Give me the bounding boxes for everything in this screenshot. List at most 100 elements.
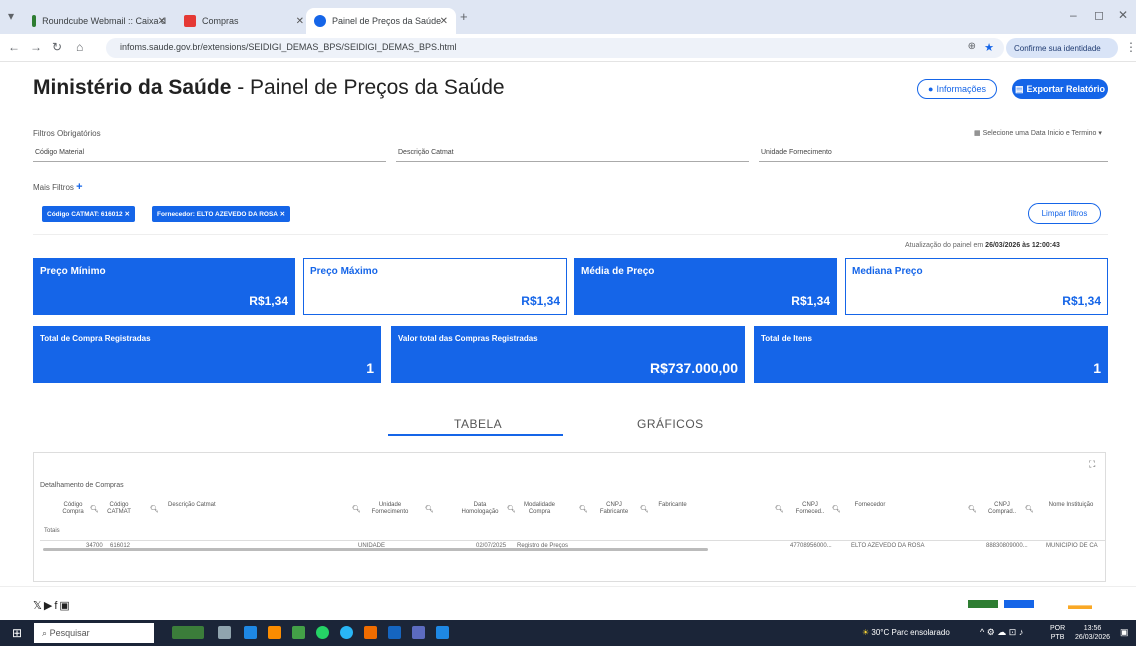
identity-label: Confirme sua identidade bbox=[1014, 43, 1101, 53]
widget-icon[interactable] bbox=[172, 626, 204, 639]
table-container bbox=[33, 452, 1106, 582]
windows-start-icon[interactable]: ⊞ bbox=[12, 626, 22, 640]
whatsapp-icon[interactable] bbox=[316, 626, 329, 639]
app-icon[interactable] bbox=[340, 626, 353, 639]
fullscreen-icon[interactable]: ⛶ bbox=[1089, 459, 1095, 470]
notifications-icon[interactable]: ▣ bbox=[1120, 627, 1129, 638]
filter-chip-fornecedor[interactable]: Fornecedor: ELTO AZEVEDO DA ROSA ✕ bbox=[152, 206, 291, 222]
search-icon[interactable]: 🔍︎ bbox=[832, 505, 841, 513]
bookmark-star-icon[interactable]: ★ bbox=[984, 41, 994, 54]
filters-label: Filtros Obrigatórios bbox=[33, 129, 101, 138]
search-icon[interactable]: 🔍︎ bbox=[579, 505, 588, 513]
close-icon[interactable]: ✕ bbox=[440, 16, 448, 27]
kpi-card-mediana-preco: Mediana Preço R$1,34 bbox=[845, 258, 1108, 315]
tab-roundcube[interactable]: Roundcube Webmail :: Caixa d ✕ bbox=[24, 8, 174, 34]
col-header[interactable]: Código Compra bbox=[58, 502, 88, 516]
col-header[interactable]: Descrição Catmat bbox=[168, 502, 228, 509]
search-icon[interactable]: 🔍︎ bbox=[425, 505, 434, 513]
calendar-app-icon[interactable] bbox=[388, 626, 401, 639]
search-icon: ⌕ bbox=[42, 628, 48, 638]
taskbar-search[interactable]: ⌕ Pesquisar bbox=[34, 623, 154, 643]
kpi-title: Preço Máximo bbox=[310, 266, 378, 277]
codigo-material-field[interactable]: Código Material bbox=[33, 146, 386, 162]
minimize-icon[interactable]: – bbox=[1070, 8, 1077, 22]
tab-label: Painel de Preços da Saúde bbox=[332, 16, 442, 26]
info-button[interactable]: ● Informações bbox=[917, 79, 997, 99]
col-header[interactable]: Unidade Fornecimento bbox=[360, 502, 420, 516]
new-tab-icon[interactable]: + bbox=[460, 9, 468, 24]
filter-chip-catmat[interactable]: Código CATMAT: 616012 ✕ bbox=[42, 206, 135, 222]
tab-list-icon[interactable]: ▾ bbox=[8, 9, 14, 23]
input-language[interactable]: POR PTB bbox=[1050, 624, 1065, 642]
url-input[interactable]: infoms.saude.gov.br/extensions/SEIDIGI_D… bbox=[106, 38, 1004, 58]
weather-info[interactable]: ☀ 30°C Parc ensolarado bbox=[862, 628, 950, 637]
close-window-icon[interactable]: ✕ bbox=[1118, 8, 1128, 22]
search-icon[interactable]: 🔍︎ bbox=[1025, 505, 1034, 513]
col-header[interactable]: Modalidade Compra bbox=[517, 502, 562, 516]
info-icon: ● bbox=[928, 84, 934, 94]
clear-filters-button[interactable]: Limpar filtros bbox=[1028, 203, 1101, 224]
kpi-title: Mediana Preço bbox=[852, 266, 923, 277]
tab-painel[interactable]: Painel de Preços da Saúde ✕ bbox=[306, 8, 456, 34]
date-selector[interactable]: ▦ Selecione uma Data Inicio e Termino ▾ bbox=[974, 129, 1102, 137]
page-title: Ministério da Saúde - Painel de Preços d… bbox=[33, 76, 505, 99]
search-icon[interactable]: 🔍︎ bbox=[507, 505, 516, 513]
restore-icon[interactable]: ◻ bbox=[1094, 8, 1104, 22]
brasil-logo: ▬▬ bbox=[1068, 598, 1092, 612]
edge-icon[interactable] bbox=[244, 626, 257, 639]
search-icon[interactable]: 🔍︎ bbox=[90, 505, 99, 513]
col-header[interactable]: Fabricante bbox=[655, 502, 690, 509]
tab-tabela[interactable]: TABELA bbox=[454, 417, 502, 431]
search-icon[interactable]: 🔍︎ bbox=[968, 505, 977, 513]
back-icon[interactable]: ← bbox=[8, 40, 20, 54]
forward-icon[interactable]: → bbox=[30, 40, 42, 54]
menu-icon[interactable]: ⋮ bbox=[1125, 40, 1136, 54]
youtube-icon[interactable]: ▶ bbox=[44, 600, 54, 612]
flickr-icon[interactable]: ▣ bbox=[59, 600, 71, 612]
identity-button[interactable]: Confirme sua identidade bbox=[1006, 38, 1118, 58]
total-compras-card: Total de Compra Registradas 1 bbox=[33, 326, 381, 383]
tab-compras[interactable]: Compras ✕ bbox=[176, 8, 312, 34]
tab-label: Roundcube Webmail :: Caixa d bbox=[42, 16, 166, 26]
col-header[interactable]: Fornecedor bbox=[850, 502, 890, 509]
store-icon[interactable] bbox=[412, 626, 425, 639]
col-header[interactable]: Data Homologação bbox=[455, 502, 505, 516]
divider bbox=[33, 234, 1108, 235]
col-header[interactable]: Código CATMAT bbox=[104, 502, 134, 516]
tab-graficos[interactable]: GRÁFICOS bbox=[637, 417, 704, 431]
search-icon[interactable]: 🔍︎ bbox=[775, 505, 784, 513]
col-header[interactable]: CNPJ Forneced.. bbox=[790, 502, 830, 516]
more-filters-toggle[interactable]: Mais Filtros + bbox=[33, 181, 83, 193]
file-explorer-icon[interactable] bbox=[268, 626, 281, 639]
horizontal-scrollbar[interactable] bbox=[43, 548, 708, 551]
kpi-title: Valor total das Compras Registradas bbox=[398, 334, 538, 343]
col-header[interactable]: Nome Instituição bbox=[1040, 502, 1102, 509]
table-title: Detalhamento de Compras bbox=[40, 482, 124, 489]
table-cell: MUNICIPIO DE CA bbox=[1046, 543, 1098, 549]
close-icon[interactable]: ✕ bbox=[158, 16, 166, 27]
col-header[interactable]: CNPJ Comprad.. bbox=[982, 502, 1022, 516]
col-header[interactable]: CNPJ Fabricante bbox=[594, 502, 634, 516]
kpi-value: R$1,34 bbox=[521, 294, 560, 308]
url-text: infoms.saude.gov.br/extensions/SEIDIGI_D… bbox=[120, 42, 457, 52]
x-icon[interactable]: 𝕏 bbox=[33, 600, 44, 612]
tray-icons[interactable]: ^ ⚙ ☁ ⊡ ♪ bbox=[980, 627, 1023, 638]
task-view-icon[interactable] bbox=[218, 626, 231, 639]
footer-divider bbox=[0, 586, 1136, 587]
table-cell: 47708956000... bbox=[790, 543, 832, 549]
drive-icon[interactable] bbox=[292, 626, 305, 639]
chrome-icon[interactable] bbox=[364, 626, 377, 639]
search-icon[interactable]: 🔍︎ bbox=[150, 505, 159, 513]
reload-icon[interactable]: ↻ bbox=[52, 40, 62, 54]
unidade-fornecimento-field[interactable]: Unidade Fornecimento bbox=[759, 146, 1108, 162]
sus-logo bbox=[968, 600, 998, 608]
export-button[interactable]: ▤ Exportar Relatório bbox=[1012, 79, 1108, 99]
close-icon[interactable]: ✕ bbox=[296, 16, 304, 27]
address-bar-row: ← → ↻ ⌂ infoms.saude.gov.br/extensions/S… bbox=[0, 34, 1136, 62]
home-icon[interactable]: ⌂ bbox=[76, 40, 83, 54]
mail-icon[interactable] bbox=[436, 626, 449, 639]
zoom-icon[interactable]: ⊕ bbox=[968, 41, 976, 52]
descricao-catmat-field[interactable]: Descrição Catmat bbox=[396, 146, 749, 162]
clock[interactable]: 13:56 26/03/2026 bbox=[1075, 624, 1110, 642]
search-icon[interactable]: 🔍︎ bbox=[640, 505, 649, 513]
